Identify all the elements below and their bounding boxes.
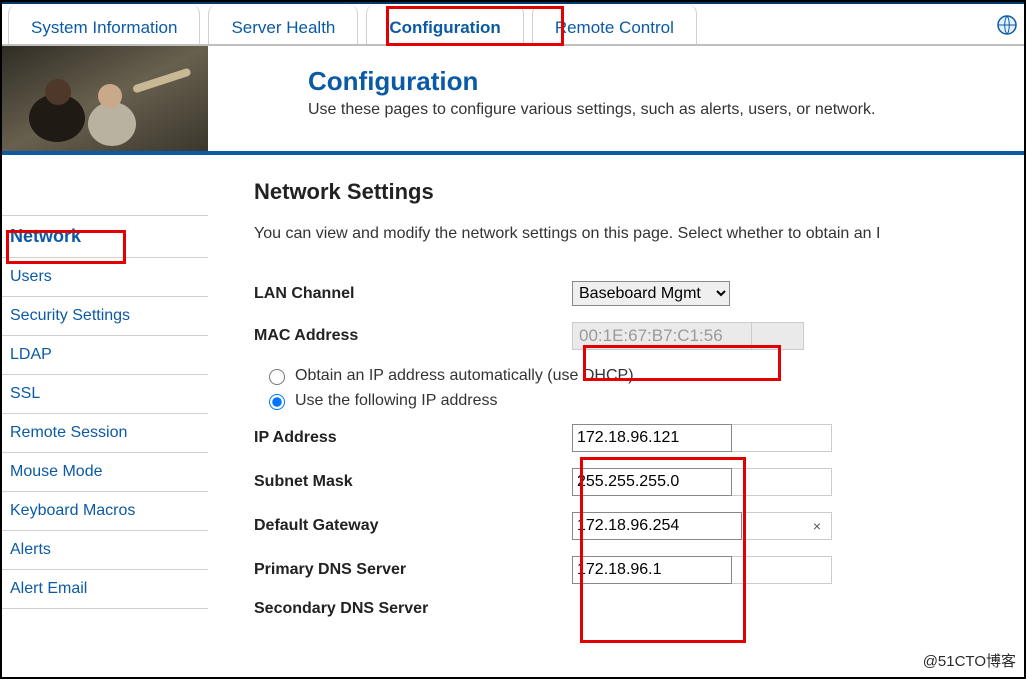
page-header-title: Configuration: [308, 66, 875, 97]
sidebar-item-ssl[interactable]: SSL: [2, 375, 208, 414]
row-mac-address: MAC Address 00:1E:67:B7:C1:56: [254, 322, 1024, 350]
secondary-dns-label: Secondary DNS Server: [254, 600, 572, 618]
app-frame: System Information Server Health Configu…: [0, 0, 1026, 679]
primary-dns-extra: [732, 556, 832, 584]
sidebar-item-keyboard-macros[interactable]: Keyboard Macros: [2, 492, 208, 531]
section-description: You can view and modify the network sett…: [254, 225, 1024, 243]
watermark: @51CTO博客: [923, 650, 1016, 671]
sidebar-item-ldap[interactable]: LDAP: [2, 336, 208, 375]
radio-dhcp-row[interactable]: Obtain an IP address automatically (use …: [264, 366, 1024, 385]
globe-icon[interactable]: [996, 14, 1018, 40]
row-default-gateway: Default Gateway ×: [254, 512, 1024, 540]
primary-dns-input[interactable]: [572, 556, 732, 584]
tab-system-information[interactable]: System Information: [8, 4, 200, 44]
radio-static-label: Use the following IP address: [295, 392, 497, 410]
row-subnet-mask: Subnet Mask: [254, 468, 1024, 496]
header-text: Configuration Use these pages to configu…: [208, 46, 895, 151]
top-nav: System Information Server Health Configu…: [2, 2, 1024, 46]
row-lan-channel: LAN Channel Baseboard Mgmt: [254, 281, 1024, 306]
lan-channel-select[interactable]: Baseboard Mgmt: [572, 281, 730, 306]
sidebar-item-security-settings[interactable]: Security Settings: [2, 297, 208, 336]
sidebar: Network Users Security Settings LDAP SSL…: [2, 155, 208, 677]
primary-dns-label: Primary DNS Server: [254, 561, 572, 579]
row-primary-dns: Primary DNS Server: [254, 556, 1024, 584]
ip-address-label: IP Address: [254, 429, 572, 447]
header-band: Configuration Use these pages to configu…: [2, 46, 1024, 155]
ip-address-input[interactable]: [572, 424, 732, 452]
radio-static[interactable]: [269, 394, 285, 410]
sidebar-item-remote-session[interactable]: Remote Session: [2, 414, 208, 453]
tab-configuration[interactable]: Configuration: [366, 4, 523, 44]
sidebar-item-network[interactable]: Network: [2, 215, 208, 258]
default-gateway-label: Default Gateway: [254, 517, 572, 535]
tab-server-health[interactable]: Server Health: [208, 4, 358, 44]
default-gateway-clear[interactable]: ×: [742, 512, 832, 540]
page-header-subtitle: Use these pages to configure various set…: [308, 101, 875, 119]
sidebar-item-alerts[interactable]: Alerts: [2, 531, 208, 570]
sidebar-item-alert-email[interactable]: Alert Email: [2, 570, 208, 609]
row-ip-address: IP Address: [254, 424, 1024, 452]
content-area: Network Settings You can view and modify…: [208, 155, 1024, 677]
mac-address-extra: [752, 322, 804, 350]
section-title: Network Settings: [254, 179, 1024, 205]
subnet-mask-label: Subnet Mask: [254, 473, 572, 491]
tab-remote-control[interactable]: Remote Control: [532, 4, 697, 44]
radio-static-row[interactable]: Use the following IP address: [264, 391, 1024, 410]
subnet-mask-extra: [732, 468, 832, 496]
lan-channel-label: LAN Channel: [254, 285, 572, 303]
mac-address-value: 00:1E:67:B7:C1:56: [572, 322, 752, 350]
row-secondary-dns: Secondary DNS Server: [254, 600, 1024, 618]
ip-address-extra: [732, 424, 832, 452]
body-area: Network Users Security Settings LDAP SSL…: [2, 155, 1024, 677]
radio-dhcp-label: Obtain an IP address automatically (use …: [295, 367, 634, 385]
default-gateway-input[interactable]: [572, 512, 742, 540]
sidebar-item-users[interactable]: Users: [2, 258, 208, 297]
sidebar-item-mouse-mode[interactable]: Mouse Mode: [2, 453, 208, 492]
mac-address-label: MAC Address: [254, 327, 572, 345]
radio-dhcp[interactable]: [269, 369, 285, 385]
subnet-mask-input[interactable]: [572, 468, 732, 496]
header-image: [2, 46, 208, 151]
